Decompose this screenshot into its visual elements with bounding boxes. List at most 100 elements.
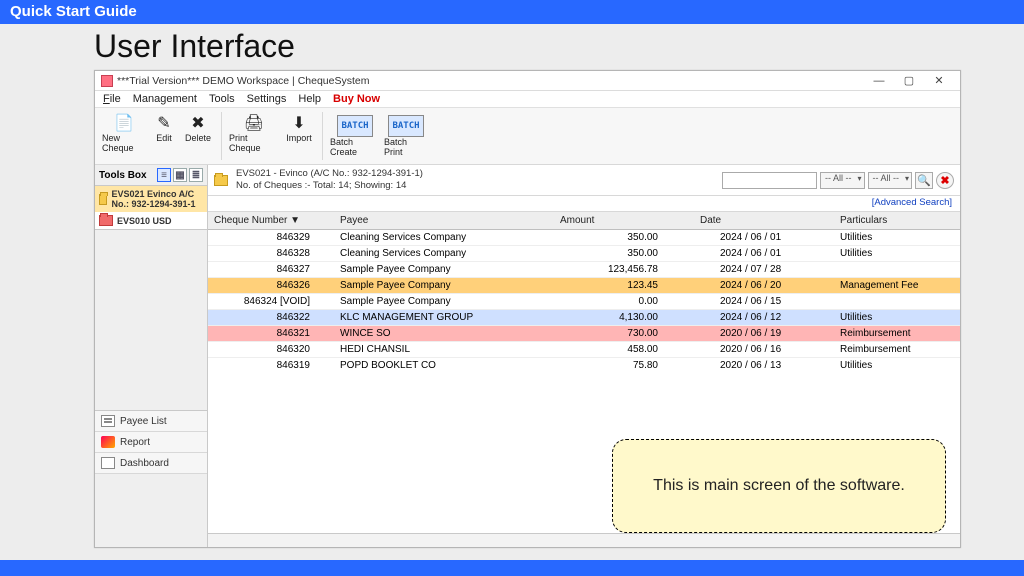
cell-payee: HEDI CHANSIL xyxy=(338,344,558,355)
table-row[interactable]: 846324 [VOID]Sample Payee Company0.00202… xyxy=(208,294,960,310)
batch-create-icon: BATCH xyxy=(337,115,372,137)
filter-2-combo[interactable]: -- All -- xyxy=(868,172,913,189)
minimize-button[interactable]: — xyxy=(864,75,894,87)
cell-amount: 458.00 xyxy=(558,344,698,355)
import-button[interactable]: ⬇Import xyxy=(282,112,316,146)
table-row[interactable]: 846327Sample Payee Company123,456.782024… xyxy=(208,262,960,278)
table-row[interactable]: 846328Cleaning Services Company350.00202… xyxy=(208,246,960,262)
cell-particulars: Reimbursement xyxy=(838,328,960,339)
cell-date: 2024 / 07 / 28 xyxy=(698,264,838,275)
table-row[interactable]: 846319POPD BOOKLET CO75.802020 / 06 / 13… xyxy=(208,358,960,373)
view-compact-icon[interactable]: ≣ xyxy=(189,168,203,182)
cell-number: 846327 xyxy=(208,264,338,275)
cell-payee: POPD BOOKLET CO xyxy=(338,360,558,371)
guide-bottom-bar xyxy=(0,560,1024,576)
maximize-button[interactable]: ▢ xyxy=(894,74,924,87)
cell-number: 846329 xyxy=(208,232,338,243)
view-grid-icon[interactable]: ▦ xyxy=(173,168,187,182)
cell-particulars: Utilities xyxy=(838,312,960,323)
cell-amount: 0.00 xyxy=(558,296,698,307)
main-panel: EVS021 - Evinco (A/C No.: 932-1294-391-1… xyxy=(208,165,960,547)
app-icon xyxy=(101,75,113,87)
table-row[interactable]: 846321WINCE SO730.002020 / 06 / 19Reimbu… xyxy=(208,326,960,342)
new-cheque-icon: 📄 xyxy=(114,115,134,133)
view-list-icon[interactable]: ≡ xyxy=(157,168,171,182)
toolbar: 📄New Cheque ✎Edit ✖Delete 🖨Print Cheque … xyxy=(95,108,960,165)
cell-date: 2024 / 06 / 01 xyxy=(698,232,838,243)
table-row[interactable]: 846329Cleaning Services Company350.00202… xyxy=(208,230,960,246)
guide-title: Quick Start Guide xyxy=(10,3,137,20)
table-header: Cheque Number ▼ Payee Amount Date Partic… xyxy=(208,212,960,230)
cell-date: 2024 / 06 / 20 xyxy=(698,280,838,291)
cell-date: 2024 / 06 / 15 xyxy=(698,296,838,307)
search-icon: 🔍 xyxy=(917,174,931,187)
cell-payee: KLC MANAGEMENT GROUP xyxy=(338,312,558,323)
account-item[interactable]: EVS010 USD xyxy=(95,212,207,229)
guide-title-bar: Quick Start Guide xyxy=(0,0,1024,24)
batch-create-button[interactable]: BATCHBatch Create xyxy=(329,112,381,160)
menu-management[interactable]: Management xyxy=(133,93,197,105)
cell-amount: 350.00 xyxy=(558,248,698,259)
sidebar: Tools Box ≡ ▦ ≣ EVS021 Evinco A/C No.: 9… xyxy=(95,165,208,547)
col-date[interactable]: Date xyxy=(698,215,838,226)
cell-number: 846324 [VOID] xyxy=(208,296,338,307)
cell-number: 846326 xyxy=(208,280,338,291)
cell-amount: 730.00 xyxy=(558,328,698,339)
cell-particulars: Utilities xyxy=(838,360,960,371)
nav-report[interactable]: Report xyxy=(95,432,207,453)
nav-payee-list[interactable]: Payee List xyxy=(95,411,207,432)
batch-print-button[interactable]: BATCHBatch Print xyxy=(383,112,429,160)
col-amount[interactable]: Amount xyxy=(558,215,698,226)
cell-date: 2020 / 06 / 13 xyxy=(698,360,838,371)
search-button[interactable]: 🔍 xyxy=(915,172,933,189)
dashboard-icon xyxy=(101,457,115,469)
new-cheque-button[interactable]: 📄New Cheque xyxy=(101,112,147,156)
cell-payee: Sample Payee Company xyxy=(338,264,558,275)
filter-1-combo[interactable]: -- All -- xyxy=(820,172,865,189)
cell-particulars: Utilities xyxy=(838,232,960,243)
breadcrumb-count: No. of Cheques :- Total: 14; Showing: 14 xyxy=(236,180,722,192)
account-item[interactable]: EVS021 Evinco A/C No.: 932-1294-391-1 xyxy=(95,186,207,212)
menu-buy-now[interactable]: Buy Now xyxy=(333,93,380,105)
clear-search-button[interactable]: ✖ xyxy=(936,172,954,189)
delete-icon: ✖ xyxy=(191,115,204,133)
table-row[interactable]: 846322KLC MANAGEMENT GROUP4,130.002024 /… xyxy=(208,310,960,326)
batch-print-icon: BATCH xyxy=(388,115,423,137)
statusbar xyxy=(208,533,960,547)
delete-button[interactable]: ✖Delete xyxy=(181,112,215,146)
menu-settings[interactable]: Settings xyxy=(247,93,287,105)
menu-help[interactable]: Help xyxy=(298,93,321,105)
cheque-table: Cheque Number ▼ Payee Amount Date Partic… xyxy=(208,212,960,373)
cell-particulars: Utilities xyxy=(838,248,960,259)
search-input[interactable] xyxy=(722,172,817,189)
account-label: EVS010 USD xyxy=(117,216,172,226)
menu-tools[interactable]: Tools xyxy=(209,93,235,105)
table-row[interactable]: 846320HEDI CHANSIL458.002020 / 06 / 16Re… xyxy=(208,342,960,358)
col-cheque-number[interactable]: Cheque Number ▼ xyxy=(208,215,338,226)
report-icon xyxy=(101,436,115,448)
cell-number: 846319 xyxy=(208,360,338,371)
cell-payee: WINCE SO xyxy=(338,328,558,339)
cell-particulars: Management Fee xyxy=(838,280,960,291)
table-row[interactable]: 846326Sample Payee Company123.452024 / 0… xyxy=(208,278,960,294)
menubar: File Management Tools Settings Help Buy … xyxy=(95,91,960,108)
cell-amount: 75.80 xyxy=(558,360,698,371)
col-particulars[interactable]: Particulars xyxy=(838,215,960,226)
cell-date: 2020 / 06 / 16 xyxy=(698,344,838,355)
menu-file[interactable]: File xyxy=(103,93,121,105)
advanced-search-link[interactable]: [Advanced Search] xyxy=(872,197,952,208)
print-icon: 🖨 xyxy=(244,115,264,133)
close-button[interactable]: ✕ xyxy=(924,74,954,87)
folder-icon xyxy=(99,194,107,205)
nav-dashboard[interactable]: Dashboard xyxy=(95,453,207,474)
cell-date: 2020 / 06 / 19 xyxy=(698,328,838,339)
print-cheque-button[interactable]: 🖨Print Cheque xyxy=(228,112,280,156)
page-heading: User Interface xyxy=(0,24,1024,69)
col-payee[interactable]: Payee xyxy=(338,215,558,226)
breadcrumb-account: EVS021 - Evinco (A/C No.: 932-1294-391-1… xyxy=(236,168,722,180)
window-titlebar: ***Trial Version*** DEMO Workspace | Che… xyxy=(95,71,960,91)
cell-amount: 350.00 xyxy=(558,232,698,243)
cell-particulars: Reimbursement xyxy=(838,344,960,355)
cell-payee: Cleaning Services Company xyxy=(338,232,558,243)
edit-button[interactable]: ✎Edit xyxy=(149,112,179,146)
